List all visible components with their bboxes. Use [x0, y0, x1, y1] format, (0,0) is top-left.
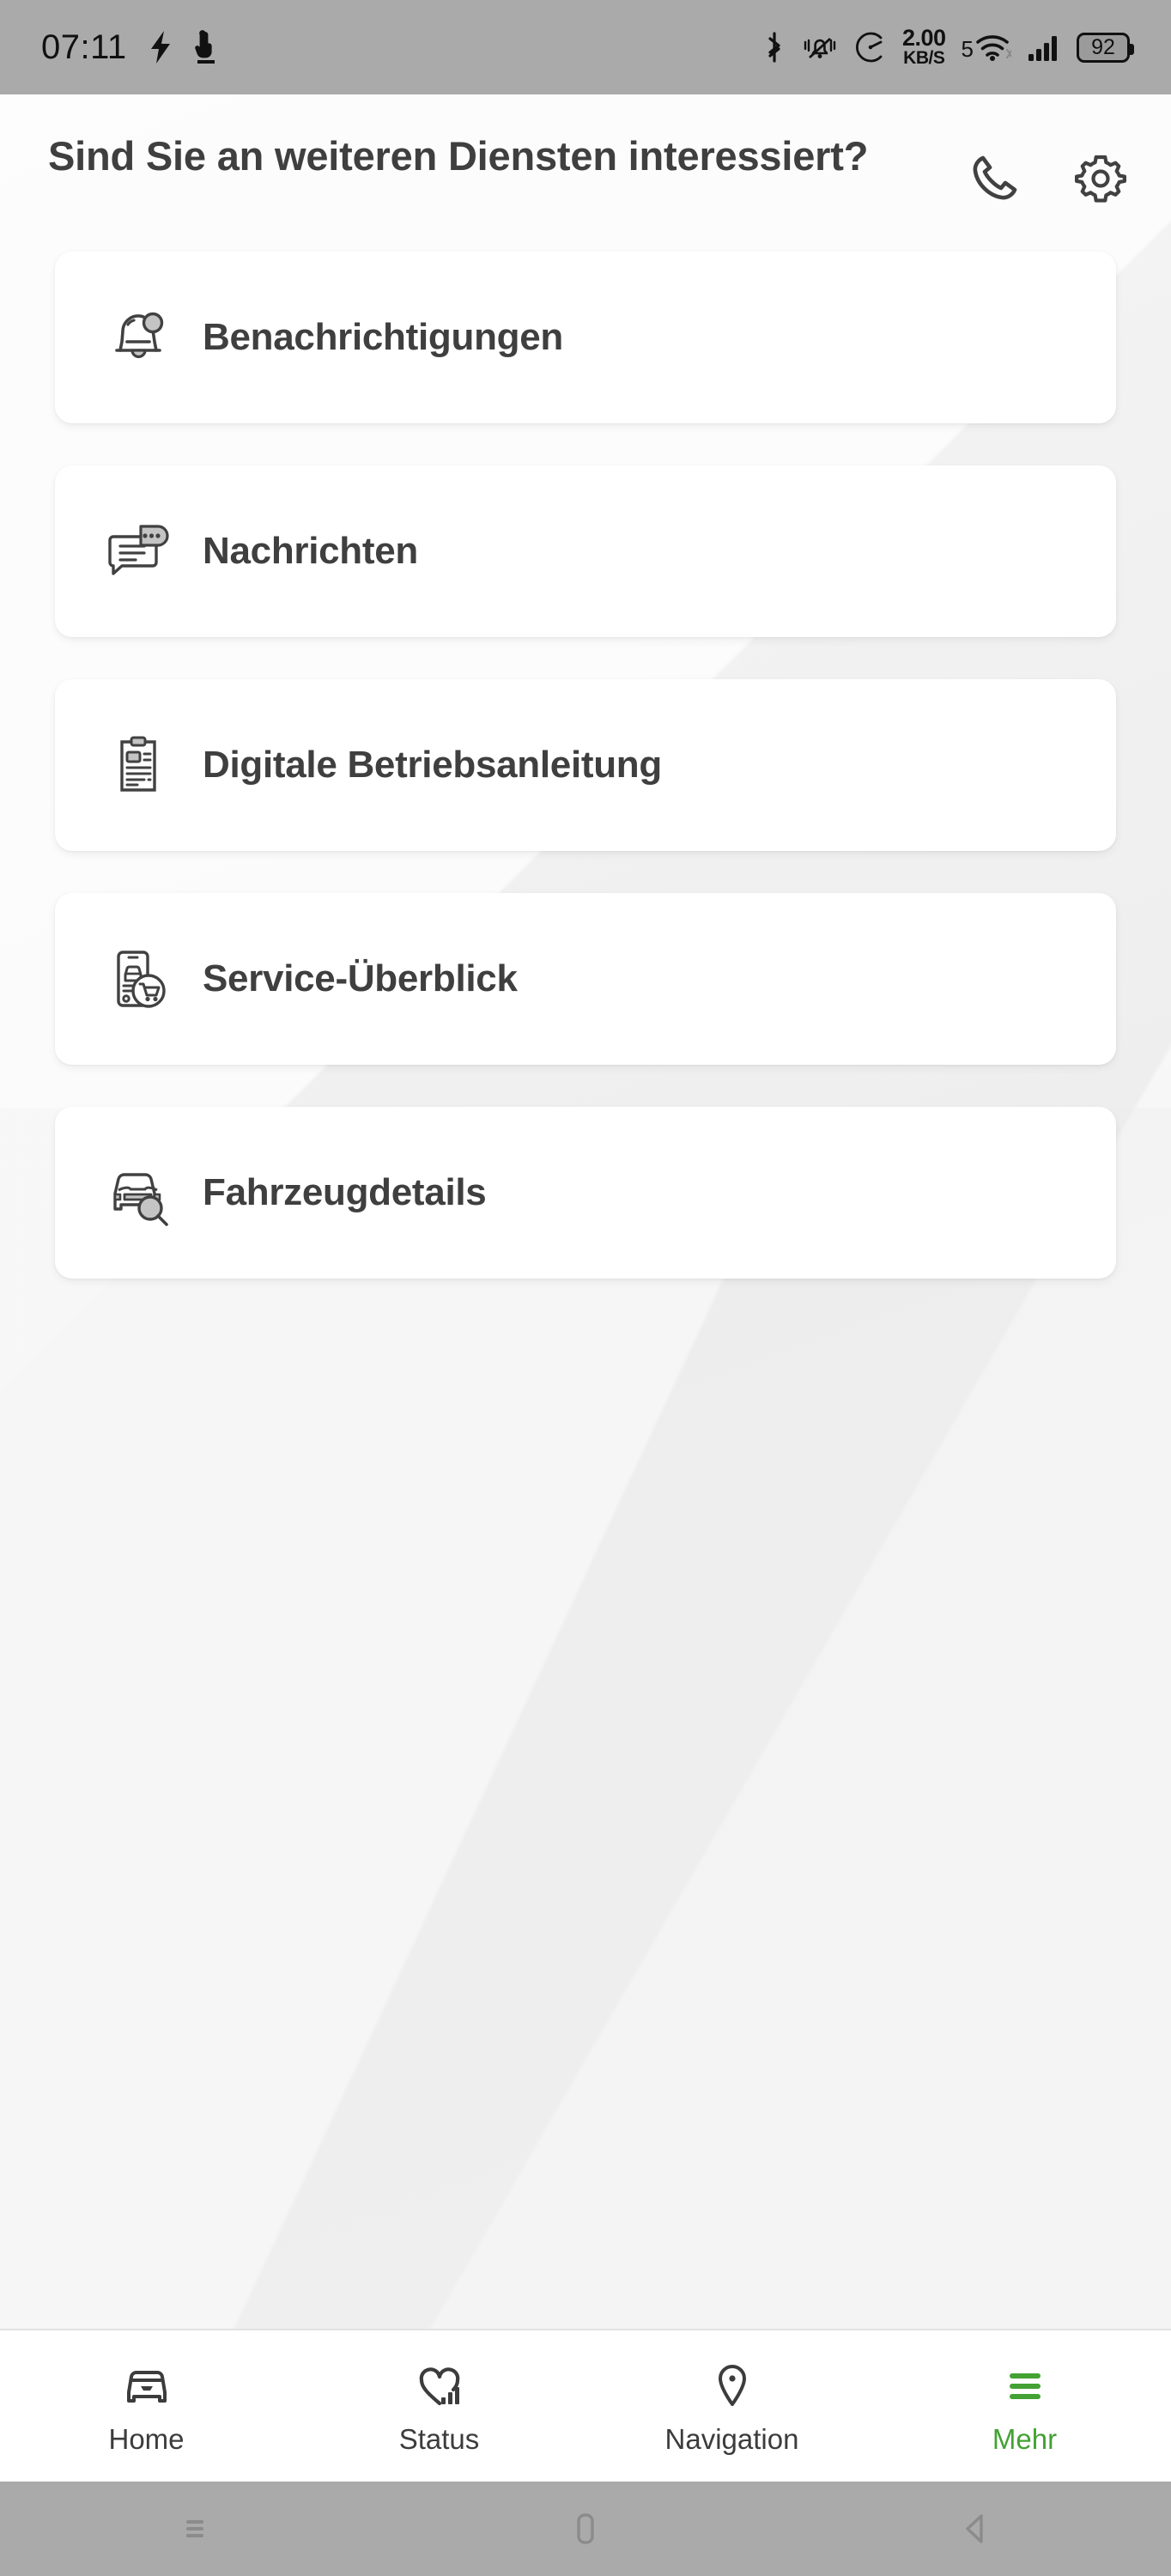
network-speed-value: 2.00 — [901, 25, 946, 52]
status-bar-left: 07:11 — [41, 30, 218, 64]
nav-item-mehr[interactable]: Mehr — [878, 2360, 1171, 2453]
phone-icon — [967, 151, 1022, 210]
card-label: Service-Überblick — [203, 957, 518, 999]
chat-messages-icon — [88, 514, 189, 588]
car-magnifier-icon — [88, 1156, 189, 1230]
battery-indicator: 92 — [1077, 32, 1134, 63]
clipboard-manual-icon — [88, 728, 189, 802]
services-card-list: Benachrichtigungen Nachrichten Digitale … — [0, 213, 1171, 1279]
speedometer-icon — [854, 31, 887, 64]
header-actions — [962, 129, 1133, 213]
card-digitale-betriebsanleitung[interactable]: Digitale Betriebsanleitung — [55, 679, 1116, 851]
heart-bars-icon — [413, 2360, 466, 2411]
wifi-generation-label: 5 — [961, 36, 974, 62]
card-label: Fahrzeugdetails — [203, 1171, 487, 1213]
card-label: Nachrichten — [203, 530, 418, 572]
battery-level-label: 92 — [1091, 34, 1115, 59]
page-title: Sind Sie an weiteren Diensten interessie… — [48, 133, 869, 179]
card-label: Benachrichtigungen — [203, 316, 563, 358]
nav-label: Navigation — [664, 2422, 799, 2455]
background-facet — [0, 1108, 1171, 2329]
car-front-icon — [120, 2360, 173, 2411]
card-nachrichten[interactable]: Nachrichten — [55, 465, 1116, 637]
nav-label: Status — [398, 2422, 480, 2455]
card-benachrichtigungen[interactable]: Benachrichtigungen — [55, 252, 1116, 423]
status-bar: 07:11 2.00 KB/S 5 92 — [0, 0, 1171, 94]
vibrate-off-icon — [801, 32, 839, 63]
flash-icon — [149, 31, 172, 64]
nav-item-home[interactable]: Home — [0, 2360, 293, 2453]
bluetooth-icon — [763, 31, 786, 64]
map-pin-icon — [706, 2360, 759, 2411]
gear-icon — [1073, 151, 1128, 210]
phone-screen: 07:11 2.00 KB/S 5 92 Sind Sie an weitere… — [0, 0, 1171, 2576]
back-triangle-icon[interactable] — [780, 2508, 1171, 2549]
settings-button[interactable] — [1068, 148, 1133, 213]
touch-pointer-icon — [194, 30, 218, 64]
card-service-ueberblick[interactable]: Service-Überblick — [55, 893, 1116, 1065]
bell-notification-icon — [88, 301, 189, 374]
phone-car-cart-icon — [88, 942, 189, 1016]
nav-label: Mehr — [992, 2422, 1058, 2455]
nav-item-status[interactable]: Status — [293, 2360, 586, 2453]
card-fahrzeugdetails[interactable]: Fahrzeugdetails — [55, 1107, 1116, 1279]
home-square-icon[interactable] — [391, 2508, 781, 2549]
recents-icon[interactable] — [0, 2510, 391, 2548]
wifi-indicator: 5 — [962, 33, 1011, 62]
app-content: Sind Sie an weiteren Diensten interessie… — [0, 94, 1171, 2329]
cellular-signal-icon — [1027, 33, 1061, 62]
card-label: Digitale Betriebsanleitung — [203, 744, 662, 786]
bottom-navigation: Home Status Navigation Mehr — [0, 2329, 1171, 2482]
wifi-icon — [975, 33, 1011, 62]
nav-label: Home — [108, 2422, 185, 2455]
nav-item-navigation[interactable]: Navigation — [586, 2360, 878, 2453]
call-button[interactable] — [962, 148, 1027, 213]
network-speed-indicator: 2.00 KB/S — [902, 27, 946, 67]
hamburger-menu-icon — [998, 2360, 1052, 2411]
page-header: Sind Sie an weiteren Diensten interessie… — [0, 94, 1171, 213]
android-system-nav — [0, 2482, 1171, 2576]
status-bar-right: 2.00 KB/S 5 92 — [763, 27, 1134, 67]
network-speed-unit: KB/S — [903, 47, 945, 68]
status-bar-clock: 07:11 — [41, 28, 127, 66]
